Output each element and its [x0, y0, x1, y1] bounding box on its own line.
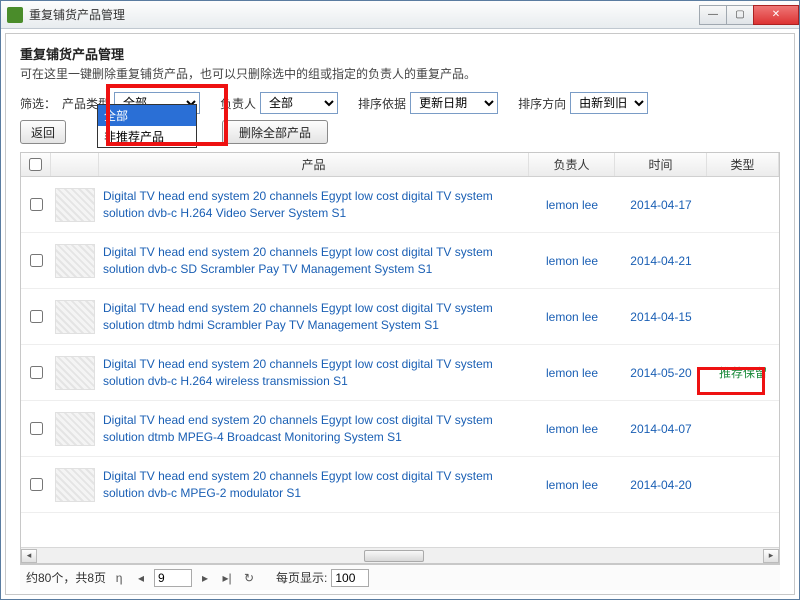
table: 产品 负责人 时间 类型 Digital TV head end system …	[20, 152, 780, 564]
thumbnail-icon	[55, 188, 95, 222]
next-page-icon[interactable]: ▸	[196, 569, 214, 587]
per-page-label: 每页显示:	[276, 569, 327, 586]
time-cell: 2014-04-20	[615, 478, 707, 492]
page-subtitle: 可在这里一键删除重复铺货产品，也可以只删除选中的组或指定的负责人的重复产品。	[20, 65, 780, 82]
app-icon	[7, 7, 23, 23]
filter-prefix: 筛选：	[20, 95, 56, 112]
prev-page-icon[interactable]: ◂	[132, 569, 150, 587]
pager: 约80个，共8页 η ◂ ▸ ▸| ↻ 每页显示:	[20, 564, 780, 590]
product-cell[interactable]: Digital TV head end system 20 channels E…	[99, 468, 529, 500]
dropdown-option[interactable]: 全部	[98, 105, 196, 126]
time-cell: 2014-04-21	[615, 254, 707, 268]
thumbnail-icon	[55, 412, 95, 446]
thumbnail-icon	[55, 244, 95, 278]
row-checkbox[interactable]	[30, 366, 43, 379]
select-all-checkbox[interactable]	[29, 158, 42, 171]
col-product[interactable]: 产品	[99, 153, 529, 176]
sortdir-select[interactable]: 由新到旧	[570, 92, 648, 114]
product-cell[interactable]: Digital TV head end system 20 channels E…	[99, 188, 529, 220]
owner-select[interactable]: 全部	[260, 92, 338, 114]
table-row[interactable]: Digital TV head end system 20 channels E…	[21, 289, 779, 345]
sortdir-label: 排序方向	[518, 95, 566, 112]
col-time[interactable]: 时间	[615, 153, 707, 176]
owner-cell: lemon lee	[529, 310, 615, 324]
h-scrollbar[interactable]: ◂ ▸	[21, 547, 779, 563]
col-owner[interactable]: 负责人	[529, 153, 615, 176]
table-header: 产品 负责人 时间 类型	[21, 153, 779, 177]
product-cell[interactable]: Digital TV head end system 20 channels E…	[99, 412, 529, 444]
minimize-button[interactable]: —	[699, 5, 727, 25]
table-row[interactable]: Digital TV head end system 20 channels E…	[21, 233, 779, 289]
page-title: 重复铺货产品管理	[20, 44, 780, 63]
table-row[interactable]: Digital TV head end system 20 channels E…	[21, 457, 779, 513]
row-checkbox[interactable]	[30, 478, 43, 491]
maximize-button[interactable]: ▢	[726, 5, 754, 25]
type-cell: 推荐保留	[707, 364, 779, 381]
refresh-icon[interactable]: ↻	[240, 569, 258, 587]
delete-all-button[interactable]: 删除全部产品	[222, 120, 328, 144]
table-body[interactable]: Digital TV head end system 20 channels E…	[21, 177, 779, 547]
scroll-left-icon[interactable]: ◂	[21, 549, 37, 563]
thumbnail-icon	[55, 356, 95, 390]
col-type[interactable]: 类型	[707, 153, 779, 176]
table-row[interactable]: Digital TV head end system 20 channels E…	[21, 345, 779, 401]
scroll-thumb[interactable]	[364, 550, 424, 562]
time-cell: 2014-04-17	[615, 198, 707, 212]
scroll-right-icon[interactable]: ▸	[763, 549, 779, 563]
owner-cell: lemon lee	[529, 366, 615, 380]
product-cell[interactable]: Digital TV head end system 20 channels E…	[99, 300, 529, 332]
sortby-label: 排序依据	[358, 95, 406, 112]
product-type-dropdown[interactable]: 全部 非推荐产品	[97, 104, 197, 148]
table-row[interactable]: Digital TV head end system 20 channels E…	[21, 401, 779, 457]
thumbnail-icon	[55, 300, 95, 334]
table-row[interactable]: Digital TV head end system 20 channels E…	[21, 177, 779, 233]
titlebar[interactable]: 重复铺货产品管理 — ▢ ✕	[1, 1, 799, 29]
pager-summary: 约80个，共8页	[26, 569, 106, 586]
row-checkbox[interactable]	[30, 254, 43, 267]
page-input[interactable]	[154, 569, 192, 587]
window-title: 重复铺货产品管理	[29, 6, 700, 23]
owner-cell: lemon lee	[529, 478, 615, 492]
last-page-icon[interactable]: ▸|	[218, 569, 236, 587]
time-cell: 2014-04-07	[615, 422, 707, 436]
product-cell[interactable]: Digital TV head end system 20 channels E…	[99, 244, 529, 276]
close-button[interactable]: ✕	[753, 5, 799, 25]
owner-cell: lemon lee	[529, 422, 615, 436]
app-window: 重复铺货产品管理 — ▢ ✕ 重复铺货产品管理 可在这里一键删除重复铺货产品，也…	[0, 0, 800, 600]
owner-label: 负责人	[220, 95, 256, 112]
row-checkbox[interactable]	[30, 422, 43, 435]
time-cell: 2014-04-15	[615, 310, 707, 324]
first-page-icon[interactable]: η	[110, 569, 128, 587]
per-page-input[interactable]	[331, 569, 369, 587]
row-checkbox[interactable]	[30, 198, 43, 211]
time-cell: 2014-05-20	[615, 366, 707, 380]
back-button[interactable]: 返回	[20, 120, 66, 144]
dropdown-option[interactable]: 非推荐产品	[98, 126, 196, 147]
sortby-select[interactable]: 更新日期	[410, 92, 498, 114]
owner-cell: lemon lee	[529, 254, 615, 268]
product-cell[interactable]: Digital TV head end system 20 channels E…	[99, 356, 529, 388]
thumbnail-icon	[55, 468, 95, 502]
owner-cell: lemon lee	[529, 198, 615, 212]
row-checkbox[interactable]	[30, 310, 43, 323]
